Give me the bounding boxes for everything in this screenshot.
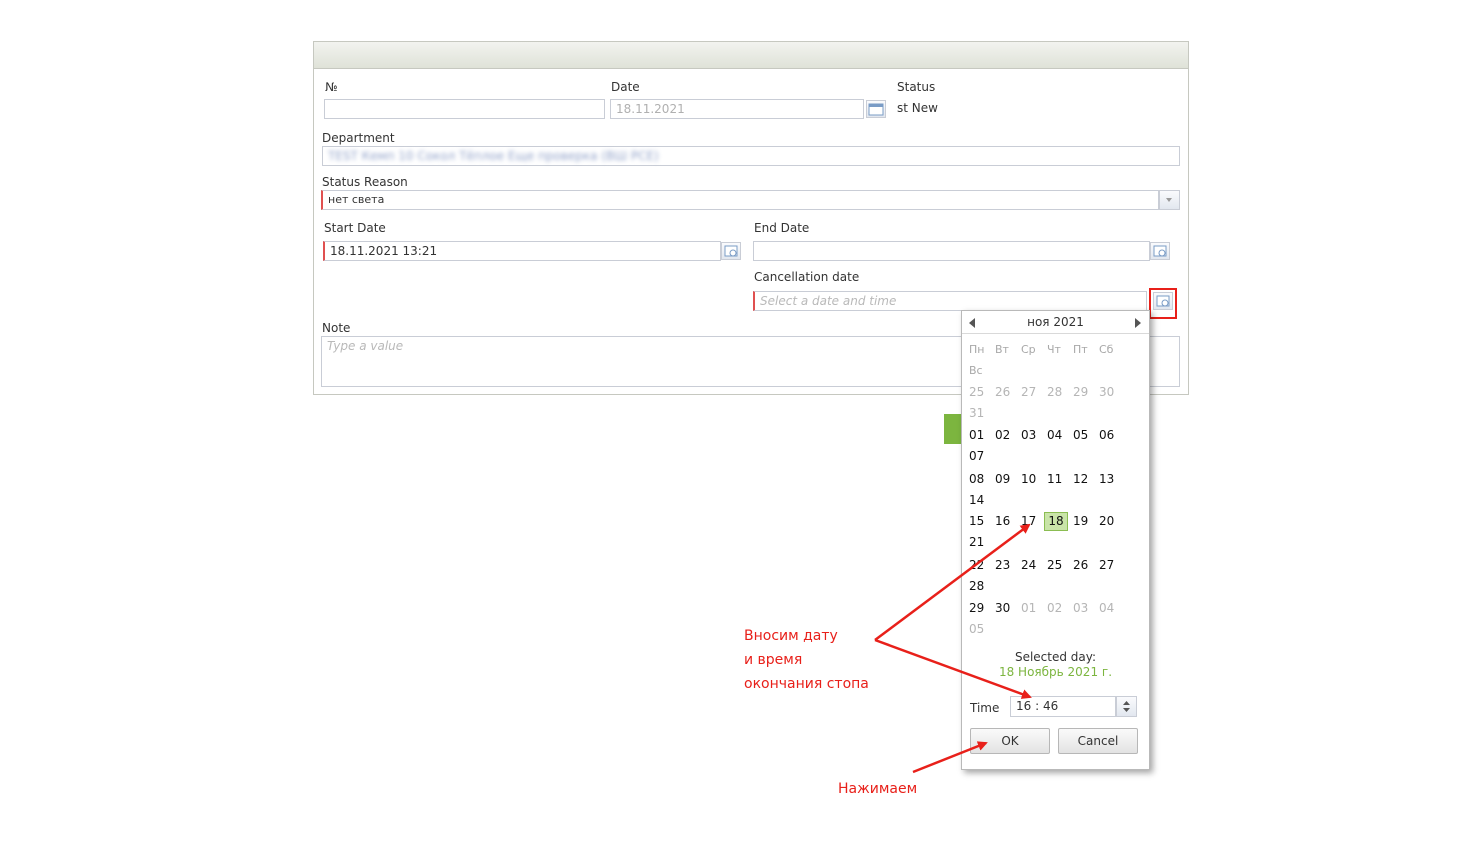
annotation-line-2: и время bbox=[744, 652, 803, 668]
arrow-to-time bbox=[874, 638, 1032, 699]
annotation-arrows bbox=[874, 523, 1032, 774]
arrow-to-date bbox=[874, 523, 1031, 642]
annotation-line-3: окончания стопа bbox=[744, 676, 869, 692]
annotation-line-1: Вносим дату bbox=[744, 628, 838, 644]
annotation-press: Нажимаем bbox=[838, 781, 918, 797]
arrow-to-ok bbox=[912, 741, 988, 774]
